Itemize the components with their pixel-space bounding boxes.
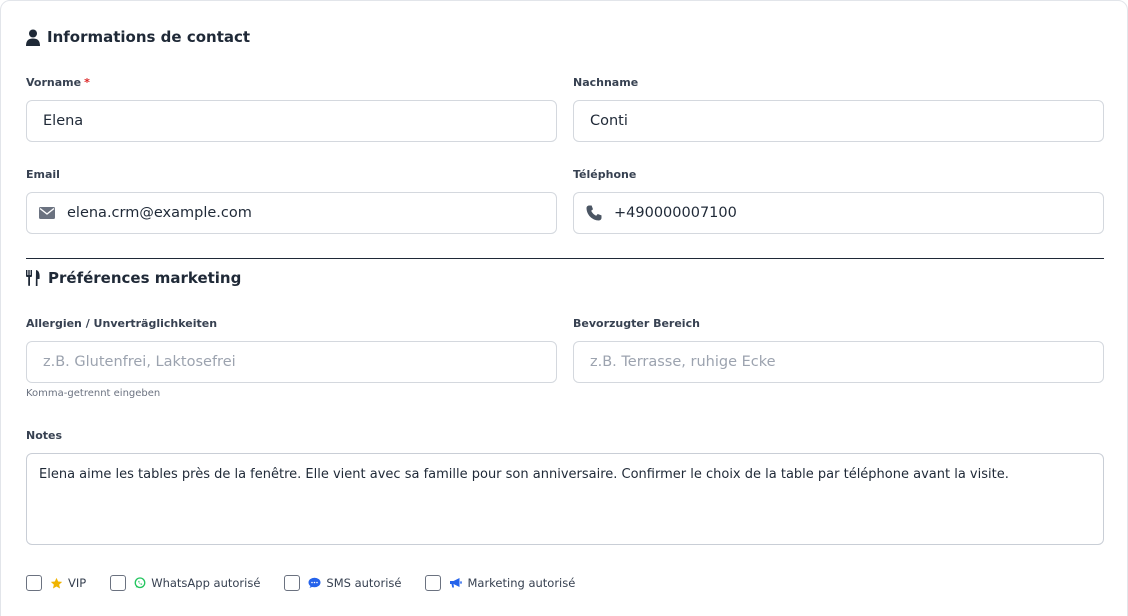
allergies-field[interactable] xyxy=(26,341,557,383)
first-name-field[interactable] xyxy=(26,100,557,142)
sms-label: SMS autorisé xyxy=(326,576,402,590)
contact-section-label: Informations de contact xyxy=(47,28,251,46)
envelope-icon xyxy=(39,207,55,219)
area-label: Bevorzugter Bereich xyxy=(573,317,700,330)
whatsapp-label: WhatsApp autorisé xyxy=(151,576,261,590)
marketing-checkbox[interactable]: Marketing autorisé xyxy=(425,575,575,591)
vip-checkbox[interactable]: VIP xyxy=(26,575,86,591)
last-name-field[interactable] xyxy=(573,100,1104,142)
sms-checkbox[interactable]: SMS autorisé xyxy=(284,575,401,591)
sms-icon xyxy=(308,577,321,589)
allergies-label: Allergien / Unverträglichkeiten xyxy=(26,317,218,330)
permissions-checkbox-row: VIP WhatsApp autorisé SMS autorisé Marke… xyxy=(26,575,599,591)
last-name-label: Nachname xyxy=(573,76,639,89)
marketing-section-label: Préférences marketing xyxy=(48,269,242,287)
whatsapp-icon xyxy=(134,577,146,589)
whatsapp-checkbox[interactable]: WhatsApp autorisé xyxy=(110,575,260,591)
first-name-label: Vorname * xyxy=(26,76,90,89)
contact-section-title: Informations de contact xyxy=(26,28,250,46)
email-input[interactable] xyxy=(67,205,556,221)
notes-textarea[interactable]: Elena aime les tables près de la fenêtre… xyxy=(26,453,1104,545)
vip-checkbox-box[interactable] xyxy=(26,575,42,591)
megaphone-icon xyxy=(449,577,463,589)
contact-form-card: Informations de contact Vorname* Nachnam… xyxy=(0,0,1128,616)
required-mark: * xyxy=(84,76,90,89)
first-name-label-text: Vorname xyxy=(26,76,82,89)
sms-checkbox-box[interactable] xyxy=(284,575,301,591)
user-icon xyxy=(26,29,40,46)
phone-input[interactable] xyxy=(614,205,1103,221)
area-field[interactable] xyxy=(573,341,1104,383)
marketing-label: Marketing autorisé xyxy=(467,576,576,590)
utensils-icon xyxy=(26,270,41,286)
vip-label: VIP xyxy=(68,576,87,590)
phone-field[interactable] xyxy=(573,192,1104,234)
area-input[interactable] xyxy=(590,354,1103,370)
allergies-input[interactable] xyxy=(43,354,556,370)
star-icon xyxy=(50,577,63,590)
marketing-section-title: Préférences marketing xyxy=(26,269,241,287)
email-field[interactable] xyxy=(26,192,557,234)
phone-icon xyxy=(586,205,602,221)
section-divider xyxy=(26,258,1104,259)
allergies-helper-text: Komma-getrennt eingeben xyxy=(26,388,161,399)
email-label: Email xyxy=(26,168,60,181)
whatsapp-checkbox-box[interactable] xyxy=(110,575,127,591)
phone-label: Téléphone xyxy=(573,168,637,181)
notes-label: Notes xyxy=(26,429,63,442)
marketing-checkbox-box[interactable] xyxy=(425,575,442,591)
last-name-input[interactable] xyxy=(590,113,1103,129)
first-name-input[interactable] xyxy=(43,113,556,129)
